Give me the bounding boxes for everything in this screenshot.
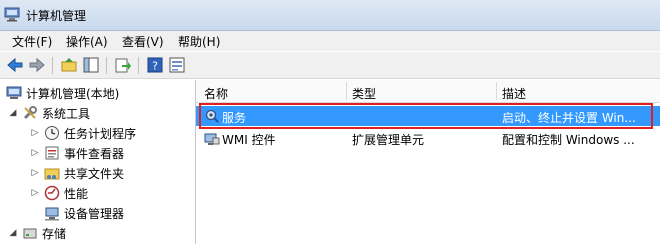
tree-item-performance[interactable]: ▷ 性能 bbox=[30, 183, 88, 203]
tree-item-label: 系统工具 bbox=[42, 106, 91, 121]
list-item-description: 配置和控制 Windows ... bbox=[502, 133, 635, 147]
clock-icon bbox=[45, 126, 59, 140]
tree-item-shared-folders[interactable]: ▷ 共享文件夹 bbox=[30, 163, 124, 183]
shared-folder-icon bbox=[44, 168, 60, 180]
menu-help[interactable]: 帮助(H) bbox=[176, 33, 222, 50]
tree-item-label: 计算机管理(本地) bbox=[26, 86, 120, 101]
toolbar: ? bbox=[0, 52, 660, 79]
storage-icon bbox=[23, 228, 37, 239]
back-icon[interactable] bbox=[6, 56, 24, 74]
list-item-type: 扩展管理单元 bbox=[352, 133, 425, 147]
list-item-name: WMI 控件 bbox=[222, 133, 276, 147]
tree-item-device-manager[interactable]: 设备管理器 bbox=[44, 203, 124, 223]
up-folder-icon[interactable] bbox=[60, 56, 78, 74]
tools-icon bbox=[23, 106, 37, 120]
collapse-triangle-icon[interactable]: ◢ bbox=[8, 228, 18, 238]
tree-item-label: 设备管理器 bbox=[64, 206, 125, 221]
device-manager-icon bbox=[45, 207, 59, 221]
tree-item-event-viewer[interactable]: ▷ 事件查看器 bbox=[30, 143, 124, 163]
menu-view[interactable]: 查看(V) bbox=[120, 33, 166, 50]
tree-item-label: 性能 bbox=[64, 186, 89, 201]
tree-item-label: 共享文件夹 bbox=[64, 166, 125, 181]
highlight-box bbox=[199, 103, 653, 129]
expand-triangle-icon[interactable]: ▷ bbox=[30, 188, 40, 198]
performance-icon bbox=[44, 185, 60, 201]
tree-item-storage[interactable]: ◢ 存储 bbox=[8, 223, 66, 243]
tree-item-label: 存储 bbox=[42, 226, 67, 241]
column-header-type[interactable]: 类型 bbox=[352, 85, 376, 102]
column-header-name[interactable]: 名称 bbox=[204, 85, 228, 102]
list-item-wmi-control[interactable]: WMI 控件 扩展管理单元 配置和控制 Windows ... bbox=[196, 128, 660, 148]
menu-bar: 文件(F) 操作(A) 查看(V) 帮助(H) bbox=[0, 31, 660, 51]
console-tree-icon[interactable] bbox=[82, 56, 100, 74]
event-viewer-icon bbox=[45, 146, 59, 160]
tree-item-system-tools[interactable]: ◢ 系统工具 bbox=[8, 103, 90, 123]
expand-triangle-icon[interactable]: ▷ bbox=[30, 148, 40, 158]
tree-item-root[interactable]: 计算机管理(本地) bbox=[6, 83, 119, 103]
expand-triangle-icon[interactable]: ▷ bbox=[30, 128, 40, 138]
tree-item-label: 事件查看器 bbox=[64, 146, 125, 161]
title-bar: 计算机管理 bbox=[0, 0, 660, 31]
computer-management-icon bbox=[4, 7, 20, 22]
column-divider[interactable] bbox=[496, 82, 497, 100]
console-tree: 计算机管理(本地) ◢ 系统工具 ▷ 任务计划程序 ▷ 事件查看器 ▷ 共享文件… bbox=[0, 80, 196, 244]
help-icon[interactable]: ? bbox=[146, 56, 164, 74]
column-header-description[interactable]: 描述 bbox=[502, 85, 526, 102]
forward-icon[interactable] bbox=[28, 56, 46, 74]
computer-icon bbox=[6, 86, 22, 99]
collapse-triangle-icon[interactable]: ◢ bbox=[8, 108, 18, 118]
window-title: 计算机管理 bbox=[26, 9, 87, 23]
menu-file[interactable]: 文件(F) bbox=[10, 33, 54, 50]
properties-icon[interactable] bbox=[168, 56, 186, 74]
menu-action[interactable]: 操作(A) bbox=[64, 33, 110, 50]
column-header-row: 名称 类型 描述 bbox=[196, 80, 660, 103]
export-icon[interactable] bbox=[114, 56, 132, 74]
toolbar-separator bbox=[106, 57, 107, 74]
tree-item-task-scheduler[interactable]: ▷ 任务计划程序 bbox=[30, 123, 136, 143]
expand-triangle-icon[interactable]: ▷ bbox=[30, 168, 40, 178]
toolbar-separator bbox=[138, 57, 139, 74]
toolbar-separator bbox=[52, 57, 53, 74]
wmi-control-icon bbox=[204, 133, 220, 145]
tree-item-label: 任务计划程序 bbox=[64, 126, 137, 141]
svg-text:?: ? bbox=[152, 60, 158, 73]
column-divider[interactable] bbox=[346, 82, 347, 100]
